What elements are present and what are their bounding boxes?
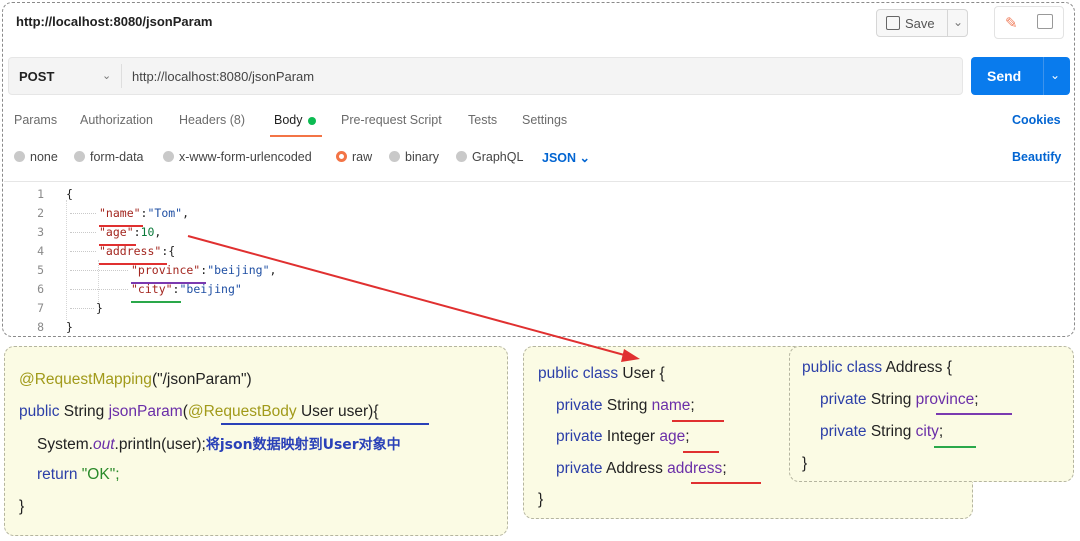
mapping-arrow — [187, 235, 640, 362]
